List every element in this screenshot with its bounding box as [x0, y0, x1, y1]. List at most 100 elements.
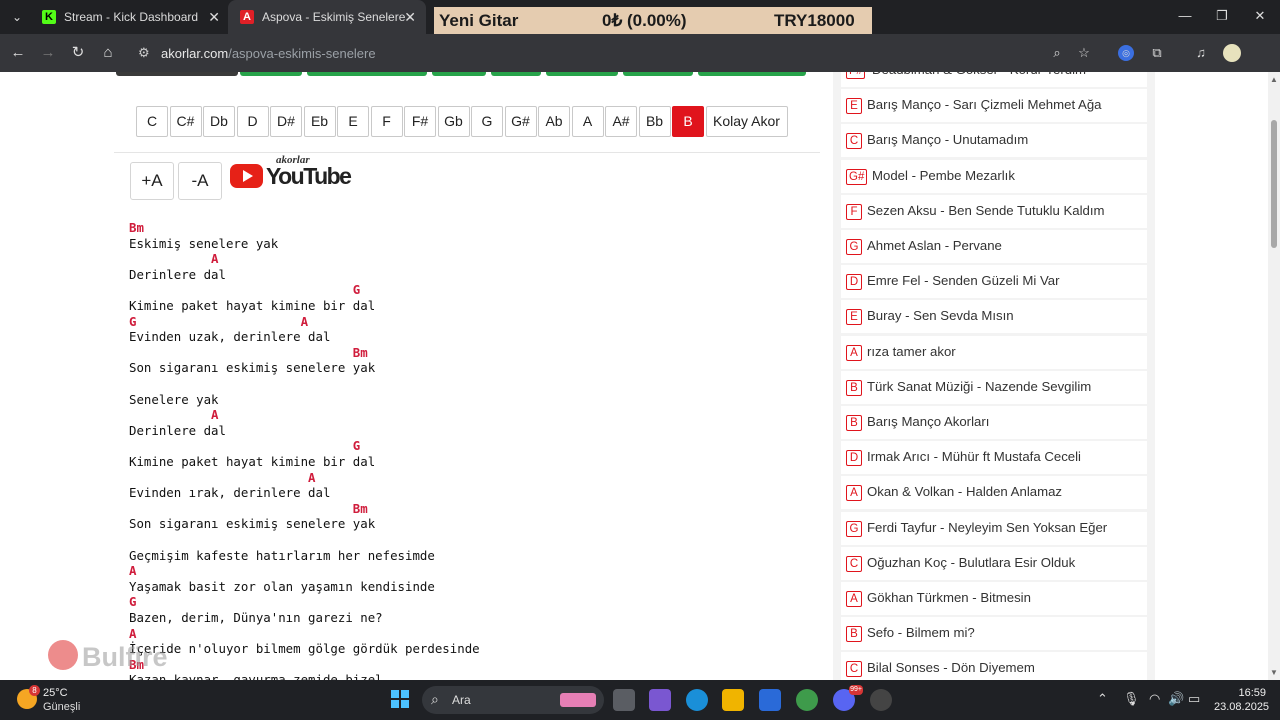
chrome-icon[interactable] [796, 689, 818, 711]
sidebar-song-item[interactable]: C Oğuzhan Koç - Bulutlara Esir Olduk [841, 546, 1147, 580]
sidebar-song-item[interactable]: F Sezen Aksu - Ben Sende Tutuklu Kaldım [841, 194, 1147, 228]
weather-temp[interactable]: 25°C [43, 687, 68, 699]
sidebar-song-item[interactable]: B Sefo - Bilmem mi? [841, 617, 1147, 651]
microphone-icon[interactable]: 🎙 [1123, 691, 1140, 707]
song-title-link[interactable]: Türk Sanat Müziği - Nazende Sevgilim [867, 379, 1091, 394]
song-title-link[interactable]: Emre Fel - Senden Güzeli Mi Var [867, 273, 1060, 288]
start-button-icon[interactable] [391, 690, 409, 708]
maximize-icon[interactable]: ❐ [1212, 8, 1232, 24]
key-button-d[interactable]: D [236, 106, 269, 137]
zoom-icon[interactable]: ⌕ [1049, 45, 1065, 61]
strip-button[interactable] [546, 72, 618, 76]
strip-button[interactable] [623, 72, 693, 76]
song-title-link[interactable]: Barış Manço Akorları [867, 414, 989, 429]
sidebar-song-item[interactable]: D Emre Fel - Senden Güzeli Mi Var [841, 265, 1147, 299]
song-title-link[interactable]: Irmak Arıcı - Mühür ft Mustafa Ceceli [867, 449, 1081, 464]
media-control-icon[interactable]: ♫ [1193, 45, 1209, 61]
sidebar-song-item[interactable]: G Ferdi Tayfur - Neyleyim Sen Yoksan Eğer [841, 511, 1147, 545]
sidebar-song-item[interactable]: A Gökhan Türkmen - Bitmesin [841, 582, 1147, 615]
forward-arrow-icon[interactable]: → [39, 44, 57, 62]
song-title-link[interactable]: Barış Manço - Sarı Çizmeli Mehmet Ağa [867, 97, 1102, 112]
taskbar-search[interactable]: ⌕ Ara [422, 686, 604, 714]
bookmark-star-icon[interactable]: ☆ [1076, 45, 1092, 61]
tray-chevron-icon[interactable]: ⌃ [1097, 691, 1108, 707]
song-title-link[interactable]: Sezen Aksu - Ben Sende Tutuklu Kaldım [867, 203, 1105, 218]
sidebar-song-item[interactable]: C Bilal Sonses - Dön Diyemem [841, 652, 1147, 680]
sidebar-song-item[interactable]: E Barış Manço - Sarı Çizmeli Mehmet Ağa [841, 89, 1147, 123]
key-button-b[interactable]: B [672, 106, 704, 137]
key-button-eb[interactable]: Eb [303, 106, 336, 137]
song-title-link[interactable]: Buray - Sen Sevda Mısın [867, 308, 1014, 323]
key-button-bb[interactable]: Bb [638, 106, 671, 137]
scroll-down-arrow-icon[interactable]: ▼ [1270, 668, 1278, 677]
key-button-a[interactable]: A [571, 106, 604, 137]
edge-icon[interactable] [686, 689, 708, 711]
sidebar-song-item[interactable]: A Okan & Volkan - Halden Anlamaz [841, 476, 1147, 510]
key-button-gb[interactable]: Gb [437, 106, 470, 137]
window-close-icon[interactable]: ✕ [1250, 8, 1270, 24]
weather-desc[interactable]: Güneşli [43, 701, 80, 713]
scroll-up-arrow-icon[interactable]: ▲ [1270, 75, 1278, 84]
back-arrow-icon[interactable]: ← [9, 44, 27, 62]
strip-button[interactable] [307, 72, 427, 76]
sidebar-song-item[interactable]: G# Model - Pembe Mezarlık [841, 159, 1147, 193]
tab-close-icon[interactable]: ✕ [404, 9, 416, 26]
copilot-icon[interactable] [649, 689, 671, 711]
key-button-db[interactable]: Db [203, 106, 235, 137]
minimize-icon[interactable]: — [1175, 8, 1195, 23]
song-title-link[interactable]: Okan & Volkan - Halden Anlamaz [867, 484, 1062, 499]
youtube-link[interactable]: akorlar YouTube [230, 154, 352, 192]
key-button-c-sharp[interactable]: C# [169, 106, 202, 137]
sidebar-song-item[interactable]: B Barış Manço Akorları [841, 406, 1147, 439]
tab-kick-dashboard[interactable]: K Stream - Kick Dashboard ✕ [30, 0, 230, 34]
strip-button[interactable] [240, 72, 302, 76]
key-button-ab[interactable]: Ab [538, 106, 570, 137]
store-icon[interactable] [759, 689, 781, 711]
song-title-link[interactable]: rıza tamer akor [867, 344, 956, 359]
song-title-link[interactable]: Ahmet Aslan - Pervane [867, 238, 1002, 253]
file-explorer-icon[interactable] [722, 689, 744, 711]
battery-icon[interactable]: ▭ [1188, 691, 1200, 707]
font-decrease-button[interactable]: -A [178, 162, 222, 200]
tab-aspova[interactable]: A Aspova - Eskimiş Senelere - Akor ✕ [228, 0, 426, 34]
strip-button[interactable] [116, 72, 238, 76]
song-title-link[interactable]: Barış Manço - Unutamadım [867, 132, 1028, 147]
strip-button[interactable] [432, 72, 486, 76]
song-title-link[interactable]: Sefo - Bilmem mi? [867, 625, 975, 640]
tab-search-chevron-icon[interactable]: ⌄ [8, 8, 26, 26]
reload-icon[interactable]: ↻ [69, 44, 87, 62]
key-button-d-sharp[interactable]: D# [270, 106, 302, 137]
song-title-link[interactable]: Bilal Sonses - Dön Diyemem [867, 660, 1035, 675]
sidebar-song-item[interactable]: B Türk Sanat Müziği - Nazende Sevgilim [841, 370, 1147, 404]
sidebar-song-item[interactable]: E Buray - Sen Sevda Mısın [841, 300, 1147, 334]
scroll-thumb[interactable] [1271, 120, 1277, 248]
task-view-icon[interactable] [613, 689, 635, 711]
sidebar-song-item[interactable]: Arıza tamer akor [841, 335, 1147, 369]
wifi-icon[interactable]: ◠ [1149, 691, 1160, 707]
tab-close-icon[interactable]: ✕ [208, 9, 220, 26]
clock[interactable]: 16:59 23.08.2025 [1214, 686, 1269, 714]
key-button-g[interactable]: G [471, 106, 503, 137]
easy-chord-button[interactable]: Kolay Akor [705, 106, 788, 137]
sidebar-song-item[interactable]: G Ahmet Aslan - Pervane [841, 230, 1147, 263]
song-title-link[interactable]: Oğuzhan Koç - Bulutlara Esir Olduk [867, 555, 1075, 570]
strip-button[interactable] [491, 72, 541, 76]
sidebar-song-item[interactable]: C Barış Manço - Unutamadım [841, 124, 1147, 158]
key-button-e[interactable]: E [337, 106, 369, 137]
extensions-puzzle-icon[interactable]: ⧉ [1149, 45, 1165, 61]
key-button-a-sharp[interactable]: A# [605, 106, 637, 137]
key-button-f[interactable]: F [370, 106, 403, 137]
key-button-g-sharp[interactable]: G# [504, 106, 537, 137]
key-button-f-sharp[interactable]: F# [404, 106, 436, 137]
song-title-link[interactable]: Ferdi Tayfur - Neyleyim Sen Yoksan Eğer [867, 520, 1107, 535]
profile-avatar[interactable] [1223, 44, 1241, 62]
page-scrollbar[interactable]: ▲ ▼ [1268, 72, 1280, 680]
sidebar-song-item[interactable]: F# Deadbiman & Gökser - Korur Yerdim [841, 72, 1147, 87]
strip-button[interactable] [698, 72, 806, 76]
home-icon[interactable]: ⌂ [99, 44, 117, 62]
key-button-c[interactable]: C [136, 106, 168, 137]
url-text[interactable]: akorlar.com/aspova-eskimis-senelere [161, 46, 376, 61]
song-title-link[interactable]: Deadbiman & Gökser - Korur Yerdim [872, 72, 1086, 77]
address-bar[interactable]: ⚙ akorlar.com/aspova-eskimis-senelere [130, 39, 1104, 67]
font-increase-button[interactable]: +A [130, 162, 174, 200]
